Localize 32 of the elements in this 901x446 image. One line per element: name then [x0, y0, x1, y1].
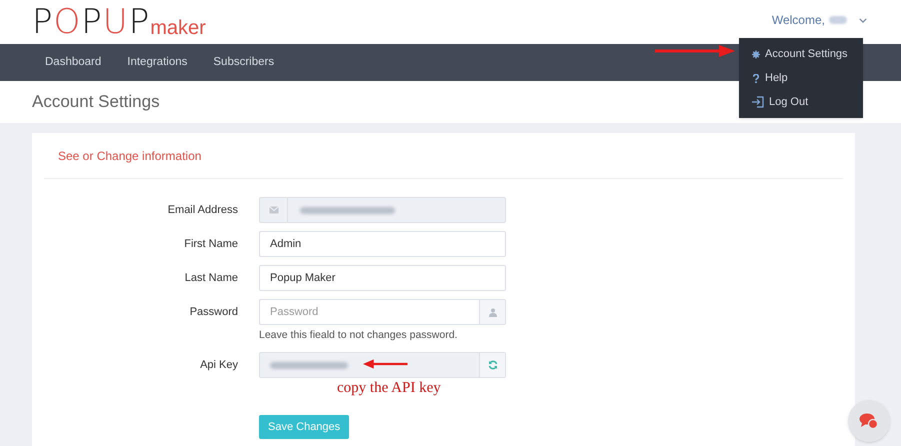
card-heading: See or Change information — [58, 148, 202, 164]
redacted-username — [829, 16, 847, 24]
envelope-icon — [268, 206, 278, 214]
field-label: First Name — [183, 237, 238, 252]
password-field[interactable]: Password — [259, 299, 480, 325]
nav-link[interactable]: Integrations — [127, 54, 188, 72]
welcome-text: Welcome, — [772, 12, 825, 29]
chat-button[interactable] — [848, 400, 890, 442]
logo[interactable]: POPUPmaker — [32, 5, 206, 39]
chevron-down-icon[interactable] — [859, 18, 867, 22]
field-label: Api Key — [199, 358, 238, 373]
refresh-icon — [488, 360, 498, 370]
text-field[interactable]: Popup Maker — [259, 265, 506, 291]
field-label: Password — [188, 305, 238, 320]
question-mark-icon — [752, 74, 760, 82]
field-label: Email Address — [166, 203, 238, 218]
nav-link[interactable]: Subscribers — [213, 54, 274, 72]
menu-item[interactable]: Help — [739, 66, 863, 90]
exit-icon — [752, 96, 764, 108]
menu-item[interactable]: Account Settings — [739, 42, 863, 66]
gear-icon — [752, 50, 760, 58]
nav-link[interactable]: Dashboard — [45, 54, 102, 72]
pointer-arrow-icon — [655, 45, 735, 57]
person-icon — [488, 308, 496, 316]
field-label: Last Name — [184, 271, 238, 286]
text-field[interactable]: Admin — [259, 231, 506, 257]
annotation-text: copy the API key — [337, 379, 441, 397]
pointer-arrow-icon — [363, 359, 409, 369]
menu-item[interactable]: Log Out — [739, 90, 863, 114]
page-title: Account Settings — [32, 91, 160, 114]
chat-bubbles-icon — [859, 412, 879, 430]
help-text: Leave this fieald to not changes password. — [259, 329, 458, 342]
